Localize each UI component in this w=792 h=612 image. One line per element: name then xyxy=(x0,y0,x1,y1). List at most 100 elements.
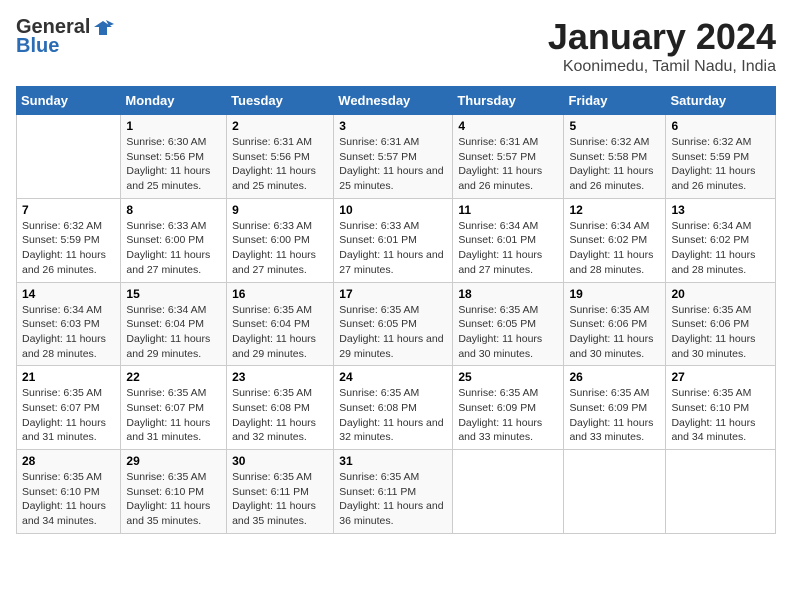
daylight-text: Daylight: 11 hours and 34 minutes. xyxy=(22,499,115,528)
day-number: 26 xyxy=(569,370,660,384)
daylight-text: Daylight: 11 hours and 30 minutes. xyxy=(671,332,770,361)
daylight-text: Daylight: 11 hours and 26 minutes. xyxy=(671,164,770,193)
daylight-text: Daylight: 11 hours and 26 minutes. xyxy=(569,164,660,193)
daylight-text: Daylight: 11 hours and 28 minutes. xyxy=(569,248,660,277)
day-number: 11 xyxy=(458,203,558,217)
day-info: Sunrise: 6:35 AMSunset: 6:09 PMDaylight:… xyxy=(458,386,558,445)
sunrise-text: Sunrise: 6:33 AM xyxy=(339,219,447,234)
day-info: Sunrise: 6:35 AMSunset: 6:11 PMDaylight:… xyxy=(232,470,328,529)
sunrise-text: Sunrise: 6:31 AM xyxy=(339,135,447,150)
daylight-text: Daylight: 11 hours and 31 minutes. xyxy=(22,416,115,445)
day-info: Sunrise: 6:32 AMSunset: 5:59 PMDaylight:… xyxy=(22,219,115,278)
daylight-text: Daylight: 11 hours and 31 minutes. xyxy=(126,416,221,445)
sunrise-text: Sunrise: 6:35 AM xyxy=(232,470,328,485)
day-info: Sunrise: 6:30 AMSunset: 5:56 PMDaylight:… xyxy=(126,135,221,194)
sunrise-text: Sunrise: 6:35 AM xyxy=(339,386,447,401)
day-number: 29 xyxy=(126,454,221,468)
sunset-text: Sunset: 6:02 PM xyxy=(671,233,770,248)
day-info: Sunrise: 6:35 AMSunset: 6:04 PMDaylight:… xyxy=(232,303,328,362)
calendar-cell xyxy=(564,450,666,534)
calendar-cell: 22Sunrise: 6:35 AMSunset: 6:07 PMDayligh… xyxy=(121,366,227,450)
day-info: Sunrise: 6:35 AMSunset: 6:10 PMDaylight:… xyxy=(671,386,770,445)
day-number: 3 xyxy=(339,119,447,133)
sunrise-text: Sunrise: 6:31 AM xyxy=(232,135,328,150)
daylight-text: Daylight: 11 hours and 26 minutes. xyxy=(22,248,115,277)
day-number: 4 xyxy=(458,119,558,133)
sunset-text: Sunset: 6:06 PM xyxy=(671,317,770,332)
calendar-cell: 18Sunrise: 6:35 AMSunset: 6:05 PMDayligh… xyxy=(453,282,564,366)
calendar-cell: 29Sunrise: 6:35 AMSunset: 6:10 PMDayligh… xyxy=(121,450,227,534)
day-number: 16 xyxy=(232,287,328,301)
sunset-text: Sunset: 5:59 PM xyxy=(671,150,770,165)
sunrise-text: Sunrise: 6:32 AM xyxy=(22,219,115,234)
day-number: 28 xyxy=(22,454,115,468)
sunset-text: Sunset: 6:09 PM xyxy=(458,401,558,416)
calendar-cell: 5Sunrise: 6:32 AMSunset: 5:58 PMDaylight… xyxy=(564,115,666,199)
calendar-cell xyxy=(453,450,564,534)
day-number: 24 xyxy=(339,370,447,384)
daylight-text: Daylight: 11 hours and 25 minutes. xyxy=(339,164,447,193)
daylight-text: Daylight: 11 hours and 27 minutes. xyxy=(339,248,447,277)
daylight-text: Daylight: 11 hours and 29 minutes. xyxy=(339,332,447,361)
day-info: Sunrise: 6:34 AMSunset: 6:02 PMDaylight:… xyxy=(569,219,660,278)
calendar-cell: 17Sunrise: 6:35 AMSunset: 6:05 PMDayligh… xyxy=(334,282,453,366)
sunset-text: Sunset: 6:02 PM xyxy=(569,233,660,248)
calendar-cell: 9 Sunrise: 6:33 AMSunset: 6:00 PMDaylight… xyxy=(227,198,334,282)
day-number: 7 xyxy=(22,203,115,217)
day-of-week-header: Tuesday xyxy=(227,87,334,115)
calendar-cell: 8Sunrise: 6:33 AMSunset: 6:00 PMDaylight… xyxy=(121,198,227,282)
sunset-text: Sunset: 6:06 PM xyxy=(569,317,660,332)
sunset-text: Sunset: 6:00 PM xyxy=(126,233,221,248)
sunrise-text: Sunrise: 6:35 AM xyxy=(671,303,770,318)
day-number: 15 xyxy=(126,287,221,301)
calendar-cell: 28Sunrise: 6:35 AMSunset: 6:10 PMDayligh… xyxy=(17,450,121,534)
sunrise-text: Sunrise: 6:34 AM xyxy=(126,303,221,318)
day-number: 10 xyxy=(339,203,447,217)
sunset-text: Sunset: 6:08 PM xyxy=(232,401,328,416)
day-number: 13 xyxy=(671,203,770,217)
sunset-text: Sunset: 6:09 PM xyxy=(569,401,660,416)
daylight-text: Daylight: 11 hours and 26 minutes. xyxy=(458,164,558,193)
sunset-text: Sunset: 6:05 PM xyxy=(339,317,447,332)
day-info: Sunrise: 6:35 AMSunset: 6:07 PMDaylight:… xyxy=(22,386,115,445)
day-info: Sunrise: 6:35 AMSunset: 6:06 PMDaylight:… xyxy=(671,303,770,362)
sunset-text: Sunset: 5:56 PM xyxy=(232,150,328,165)
day-info: Sunrise: 6:33 AMSunset: 6:00 PMDaylight:… xyxy=(232,219,328,278)
sunset-text: Sunset: 6:11 PM xyxy=(339,485,447,500)
sunrise-text: Sunrise: 6:32 AM xyxy=(569,135,660,150)
day-info: Sunrise: 6:35 AMSunset: 6:08 PMDaylight:… xyxy=(232,386,328,445)
daylight-text: Daylight: 11 hours and 34 minutes. xyxy=(671,416,770,445)
day-number: 6 xyxy=(671,119,770,133)
day-number: 21 xyxy=(22,370,115,384)
daylight-text: Daylight: 11 hours and 28 minutes. xyxy=(22,332,115,361)
daylight-text: Daylight: 11 hours and 32 minutes. xyxy=(339,416,447,445)
sunrise-text: Sunrise: 6:34 AM xyxy=(458,219,558,234)
header: General Blue January 2024 Koonimedu, Tam… xyxy=(16,16,776,76)
calendar-cell: 11Sunrise: 6:34 AMSunset: 6:01 PMDayligh… xyxy=(453,198,564,282)
daylight-text: Daylight: 11 hours and 36 minutes. xyxy=(339,499,447,528)
page-title: January 2024 xyxy=(548,16,776,58)
sunset-text: Sunset: 6:07 PM xyxy=(22,401,115,416)
logo: General Blue xyxy=(16,16,114,58)
day-number: 27 xyxy=(671,370,770,384)
calendar-cell: 16 Sunrise: 6:35 AMSunset: 6:04 PMDayligh… xyxy=(227,282,334,366)
sunrise-text: Sunrise: 6:35 AM xyxy=(232,303,328,318)
calendar-cell: 20Sunrise: 6:35 AMSunset: 6:06 PMDayligh… xyxy=(666,282,776,366)
sunrise-text: Sunrise: 6:35 AM xyxy=(339,303,447,318)
day-number: 9 xyxy=(232,203,328,217)
sunset-text: Sunset: 5:59 PM xyxy=(22,233,115,248)
day-number: 25 xyxy=(458,370,558,384)
calendar-cell: 23Sunrise: 6:35 AMSunset: 6:08 PMDayligh… xyxy=(227,366,334,450)
daylight-text: Daylight: 11 hours and 27 minutes. xyxy=(458,248,558,277)
day-number: 14 xyxy=(22,287,115,301)
daylight-text: Daylight: 11 hours and 30 minutes. xyxy=(569,332,660,361)
day-info: Sunrise: 6:35 AMSunset: 6:09 PMDaylight:… xyxy=(569,386,660,445)
logo-bird-icon xyxy=(92,17,114,39)
day-info: Sunrise: 6:31 AMSunset: 5:57 PMDaylight:… xyxy=(458,135,558,194)
day-info: Sunrise: 6:33 AMSunset: 6:00 PMDaylight:… xyxy=(126,219,221,278)
sunrise-text: Sunrise: 6:34 AM xyxy=(22,303,115,318)
calendar-cell: 12Sunrise: 6:34 AMSunset: 6:02 PMDayligh… xyxy=(564,198,666,282)
calendar-cell: 3Sunrise: 6:31 AMSunset: 5:57 PMDaylight… xyxy=(334,115,453,199)
sunrise-text: Sunrise: 6:35 AM xyxy=(458,386,558,401)
calendar-cell: 4 Sunrise: 6:31 AMSunset: 5:57 PMDaylight… xyxy=(453,115,564,199)
